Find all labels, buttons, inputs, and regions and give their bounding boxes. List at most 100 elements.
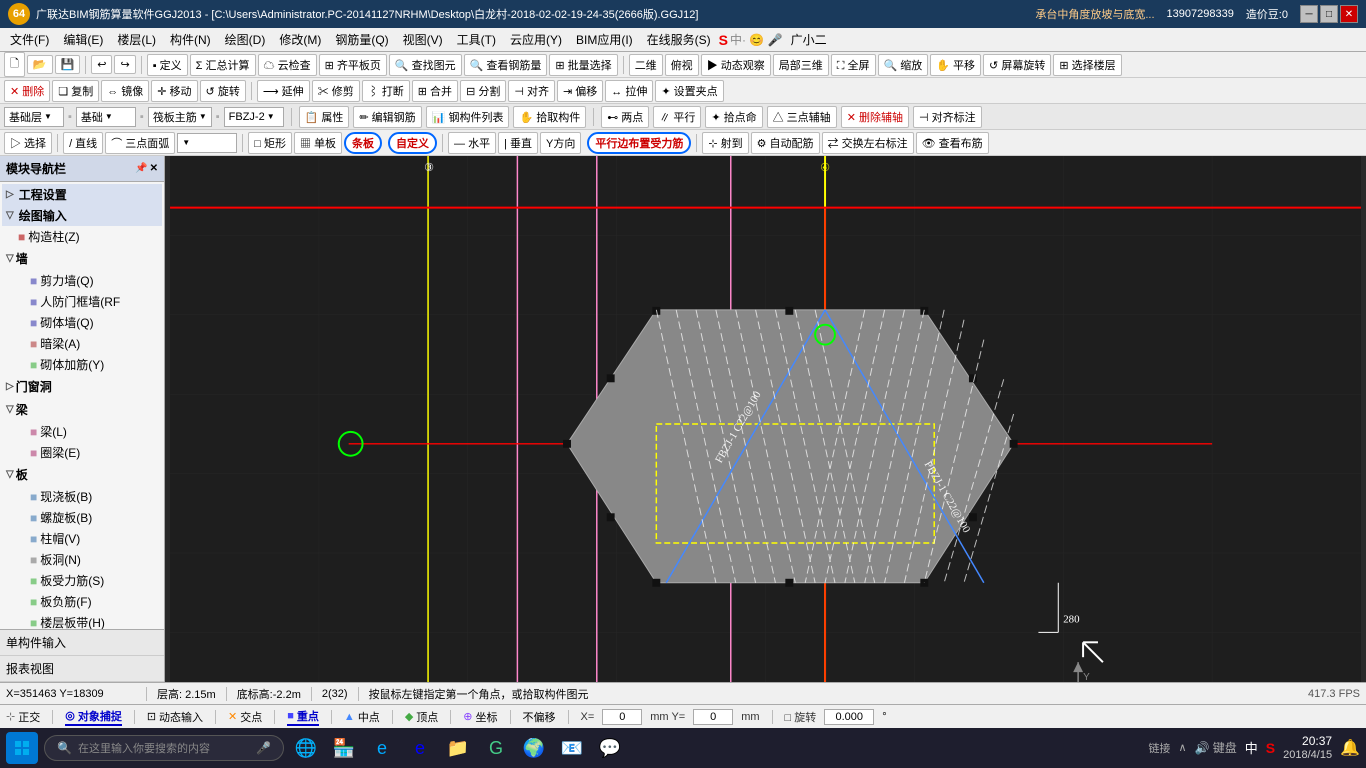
tree-civil-defense-wall[interactable]: ■ 人防门框墙(RF: [2, 291, 162, 312]
tb-steel-list[interactable]: 📊 钢构件列表: [426, 106, 510, 128]
tree-item-pillar[interactable]: ■ 构造柱(Z): [2, 226, 162, 247]
tree-hidden-beam[interactable]: ■ 暗梁(A): [2, 333, 162, 354]
taskbar-app-network[interactable]: 🌐: [290, 732, 322, 764]
tb-2d[interactable]: 二维: [629, 54, 663, 76]
menu-view[interactable]: 视图(V): [397, 29, 449, 50]
restore-button[interactable]: □: [1320, 5, 1338, 23]
x-input[interactable]: [602, 709, 642, 725]
menu-modify[interactable]: 修改(M): [273, 29, 327, 50]
tb-save[interactable]: 💾: [55, 55, 81, 74]
tb-line[interactable]: / 直线: [63, 132, 103, 154]
tree-neg-rebar[interactable]: ■ 板负筋(F): [2, 591, 162, 612]
tb-select[interactable]: ▷ 选择: [4, 132, 52, 154]
tb-pick-point[interactable]: ✦ 拾点命: [705, 106, 762, 128]
tree-spiral-slab[interactable]: ■ 螺旋板(B): [2, 507, 162, 528]
tb-batch-select[interactable]: ⊞ 批量选择: [549, 54, 617, 76]
rotate-input[interactable]: [824, 709, 874, 725]
tb-move[interactable]: ✛ 移动: [151, 80, 197, 102]
snap-nooffset[interactable]: 不偏移: [523, 709, 556, 725]
sidebar-close-icon[interactable]: ✕: [150, 163, 158, 174]
sidebar-pin[interactable]: 📌: [135, 163, 147, 174]
tb-extend[interactable]: ⟶ 延伸: [257, 80, 310, 102]
tb-redo[interactable]: ↪: [114, 55, 135, 74]
tb-open[interactable]: 📂: [27, 55, 53, 74]
menu-floor[interactable]: 楼层(L): [111, 29, 162, 50]
menu-edit[interactable]: 编辑(E): [57, 29, 109, 50]
snap-coord[interactable]: ⊕ 坐标: [463, 709, 497, 725]
tb-split[interactable]: ⊟ 分割: [460, 80, 506, 102]
tb-undo[interactable]: ↩: [91, 55, 112, 74]
y-input[interactable]: [693, 709, 733, 725]
tb-custom[interactable]: 自定义: [388, 132, 437, 154]
sublayer-dropdown[interactable]: 基础 ▼: [76, 107, 136, 127]
tb-y-direction[interactable]: Y方向: [540, 132, 581, 154]
tb-arc[interactable]: ⌒ 三点面弧: [105, 132, 175, 154]
tb-align-slab[interactable]: ⊞ 齐平板页: [319, 54, 387, 76]
tb-cloud-check[interactable]: ☁ 云检查: [258, 54, 317, 76]
tb-define[interactable]: ▪ 定义: [147, 54, 188, 76]
snap-object[interactable]: ◎ 对象捕捉: [65, 708, 122, 726]
tb-parallel-edge[interactable]: 平行边布置受力筋: [587, 132, 691, 154]
tb-rect[interactable]: □ 矩形: [248, 132, 292, 154]
tb-view-rebar[interactable]: 🔍 查看钢筋量: [464, 54, 548, 76]
menu-component[interactable]: 构件(N): [164, 29, 217, 50]
tb-properties[interactable]: 📋 属性: [299, 106, 350, 128]
tb-view-top[interactable]: 俯视: [665, 54, 699, 76]
tb-local-3d[interactable]: 局部三维: [773, 54, 829, 76]
snap-intersection[interactable]: ✕ 交点: [228, 709, 262, 725]
tb-parallel[interactable]: ∥ 平行: [653, 106, 701, 128]
tb-find-elem[interactable]: 🔍 查找图元: [389, 54, 462, 76]
single-comp-input-btn[interactable]: 单构件输入: [0, 630, 164, 656]
tb-fullscreen[interactable]: ⛶ 全屏: [831, 54, 876, 76]
snap-vertex[interactable]: ◆ 顶点: [405, 709, 438, 725]
tree-masonry-wall[interactable]: ■ 砌体墙(Q): [2, 312, 162, 333]
tb-swap-label[interactable]: ⇄ 交换左右标注: [822, 132, 914, 154]
sidebar-section-draw[interactable]: ▽ 绘图输入: [2, 205, 162, 226]
tree-slab-hole[interactable]: ■ 板洞(N): [2, 549, 162, 570]
expand-icon[interactable]: ∧: [1178, 741, 1186, 754]
tb-horizontal[interactable]: — 水平: [448, 132, 496, 154]
tree-shear-wall[interactable]: ■ 剪力墙(Q): [2, 270, 162, 291]
taskbar-app-edge[interactable]: e: [366, 732, 398, 764]
sidebar-section-settings[interactable]: ▷ 工程设置: [2, 184, 162, 205]
tree-floor-band[interactable]: ■ 楼层板带(H): [2, 612, 162, 629]
menu-cloud[interactable]: 云应用(Y): [504, 29, 568, 50]
taskbar-app-ie[interactable]: e: [404, 732, 436, 764]
shape-dropdown[interactable]: ▼: [177, 133, 237, 153]
tb-offset[interactable]: ⇥ 偏移: [557, 80, 603, 102]
snap-dynamic[interactable]: ⊡ 动态输入: [147, 709, 203, 725]
rebar-code-dropdown[interactable]: FBZJ-2 ▼: [224, 107, 284, 127]
tb-view-rebar-layout[interactable]: 👁 查看布筋: [916, 132, 989, 154]
tb-align[interactable]: ⊣ 对齐: [508, 80, 555, 102]
menu-rebar-qty[interactable]: 钢筋量(Q): [329, 29, 394, 50]
snap-orthogonal[interactable]: ⊹ 正交: [6, 709, 40, 725]
sougou-taskbar-icon[interactable]: S: [1266, 740, 1275, 756]
menu-guangxiao[interactable]: 广小二: [785, 29, 833, 50]
taskbar-file-explorer[interactable]: 📁: [442, 732, 474, 764]
taskbar-app-blue2[interactable]: 💬: [594, 732, 626, 764]
close-button[interactable]: ✕: [1340, 5, 1358, 23]
tb-dynamic-view[interactable]: ▶ 动态观察: [701, 54, 771, 76]
tb-select-floor[interactable]: ⊞ 选择楼层: [1053, 54, 1121, 76]
taskbar-app-orange[interactable]: 📧: [556, 732, 588, 764]
tb-merge[interactable]: ⊞ 合并: [412, 80, 458, 102]
tb-three-axis[interactable]: △ 三点辅轴: [767, 106, 837, 128]
menu-tools[interactable]: 工具(T): [451, 29, 502, 50]
tree-cast-slab[interactable]: ■ 现浇板(B): [2, 486, 162, 507]
tb-set-grip[interactable]: ✦ 设置夹点: [655, 80, 723, 102]
taskbar-app-store[interactable]: 🏪: [328, 732, 360, 764]
start-button[interactable]: [6, 732, 38, 764]
tb-new[interactable]: 🗋: [4, 52, 25, 77]
tb-mirror[interactable]: ⇔ 镜像: [101, 80, 149, 102]
tb-copy[interactable]: ❏ 复制: [52, 80, 99, 102]
tree-slab[interactable]: ▽ 板: [2, 463, 162, 486]
tb-single-slab[interactable]: ▦ 单板: [294, 132, 342, 154]
tb-calc[interactable]: Σ 汇总计算: [190, 54, 256, 76]
tb-rotate[interactable]: ↺ 旋转: [200, 80, 246, 102]
menu-draw[interactable]: 绘图(D): [219, 29, 272, 50]
report-view-btn[interactable]: 报表视图: [0, 656, 164, 682]
menu-online[interactable]: 在线服务(S): [641, 29, 717, 50]
minimize-button[interactable]: ─: [1300, 5, 1318, 23]
tree-beam-l[interactable]: ■ 梁(L): [2, 421, 162, 442]
notification-btn[interactable]: 🔔: [1340, 738, 1360, 758]
